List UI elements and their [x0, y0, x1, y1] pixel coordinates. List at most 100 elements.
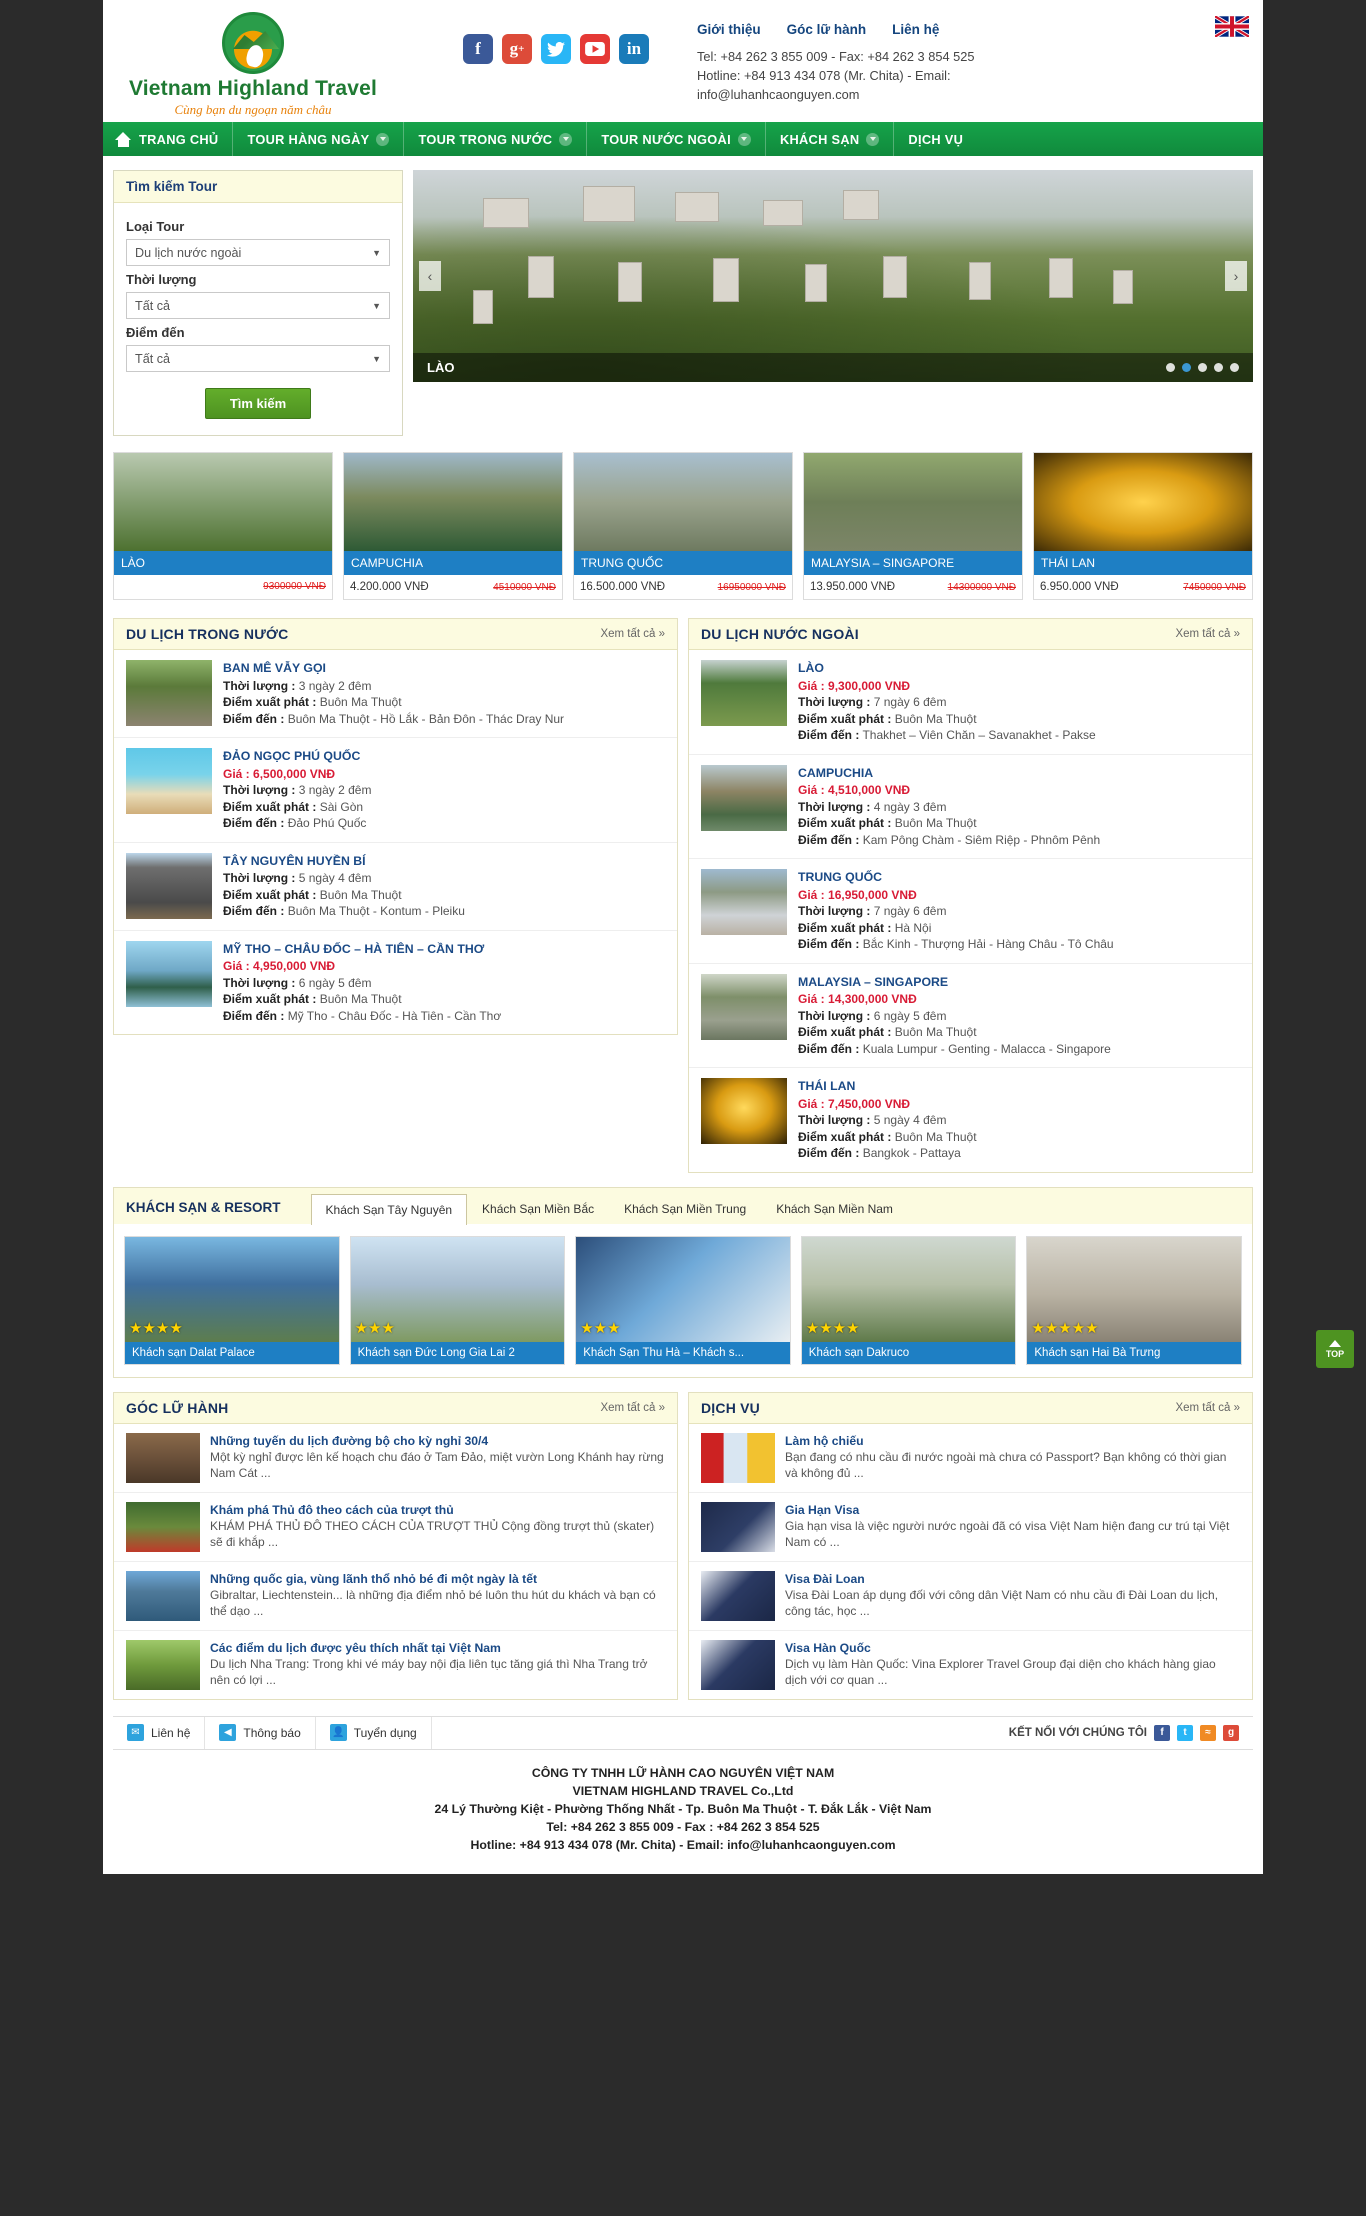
- tour-title[interactable]: MALAYSIA – SINGAPORE: [798, 974, 1240, 991]
- news-item[interactable]: Những quốc gia, vùng lãnh thổ nhỏ bé đi …: [114, 1562, 677, 1631]
- news-item[interactable]: Khám phá Thủ đô theo cách của trượt thủ …: [114, 1493, 677, 1562]
- tour-item[interactable]: CAMPUCHIA Giá : 4,510,000 VNĐ Thời lượng…: [689, 755, 1252, 859]
- service-title[interactable]: Gia Hạn Visa: [785, 1502, 1240, 1518]
- rss-icon[interactable]: ≈: [1200, 1724, 1216, 1741]
- label-duration: Thời lượng :: [223, 871, 296, 885]
- tour-title[interactable]: ĐẢO NGỌC PHÚ QUỐC: [223, 748, 665, 765]
- tour-item[interactable]: LÀO Giá : 9,300,000 VNĐ Thời lượng : 7 n…: [689, 650, 1252, 755]
- news-title[interactable]: Các điểm du lịch được yêu thích nhất tại…: [210, 1640, 665, 1656]
- site-logo[interactable]: Vietnam Highland Travel Cùng bạn du ngoạ…: [103, 8, 403, 118]
- service-item[interactable]: Gia Hạn Visa Gia hạn visa là việc người …: [689, 1493, 1252, 1562]
- news-title[interactable]: Những quốc gia, vùng lãnh thổ nhỏ bé đi …: [210, 1571, 665, 1587]
- google-plus-icon[interactable]: g: [1223, 1724, 1239, 1741]
- hotel-card[interactable]: ★★★ Khách sạn Đức Long Gia Lai 2: [349, 1235, 566, 1365]
- tour-title[interactable]: TRUNG QUỐC: [798, 869, 1240, 886]
- news-item[interactable]: Các điểm du lịch được yêu thích nhất tại…: [114, 1631, 677, 1699]
- select-loai-tour[interactable]: Du lịch nước ngoài ▼: [126, 239, 390, 266]
- megaphone-icon: ◀: [219, 1724, 237, 1741]
- slider-dot[interactable]: [1230, 363, 1239, 372]
- hero-slider[interactable]: ‹ › LÀO: [413, 170, 1253, 382]
- hotel-card[interactable]: ★★★★ Khách sạn Dakruco: [800, 1235, 1017, 1365]
- label-loai-tour: Loại Tour: [126, 219, 185, 234]
- twitter-icon[interactable]: t: [1177, 1724, 1193, 1741]
- service-item[interactable]: Visa Hàn Quốc Dịch vụ làm Hàn Quốc: Vina…: [689, 1631, 1252, 1699]
- slider-prev-button[interactable]: ‹: [419, 261, 441, 291]
- nav-label: TOUR NƯỚC NGOÀI: [601, 131, 731, 147]
- slider-dot-active[interactable]: [1182, 363, 1191, 372]
- service-item[interactable]: Làm hộ chiếu Bạn đang có nhu cầu đi nước…: [689, 1424, 1252, 1493]
- footer-company-en: VIETNAM HIGHLAND TRAVEL Co.,Ltd: [572, 1783, 794, 1798]
- nav-item-tour-hang-ngay[interactable]: TOUR HÀNG NGÀY: [233, 122, 405, 156]
- domestic-see-all[interactable]: Xem tất cả »: [600, 628, 665, 640]
- news-title[interactable]: Khám phá Thủ đô theo cách của trượt thủ: [210, 1502, 665, 1518]
- international-see-all[interactable]: Xem tất cả »: [1175, 628, 1240, 640]
- nav-item-khach-san[interactable]: KHÁCH SẠN: [766, 122, 895, 156]
- search-button[interactable]: Tìm kiếm: [204, 388, 312, 419]
- tour-departure: Buôn Ma Thuột: [319, 695, 402, 709]
- footbar-thong-bao[interactable]: ◀ Thông báo: [205, 1716, 316, 1749]
- tour-item[interactable]: THÁI LAN Giá : 7,450,000 VNĐ Thời lượng …: [689, 1068, 1252, 1172]
- featured-card[interactable]: LÀO 9300000 VNĐ: [113, 452, 333, 600]
- bottom-columns: GÓC LỮ HÀNH Xem tất cả » Những tuyến du …: [103, 1378, 1263, 1700]
- featured-card[interactable]: MALAYSIA – SINGAPORE 13.950.000 VNĐ 1430…: [803, 452, 1023, 600]
- header-email-line: info@luhanhcaonguyen.com: [697, 87, 860, 102]
- facebook-icon[interactable]: f: [463, 34, 493, 64]
- service-title[interactable]: Làm hộ chiếu: [785, 1433, 1240, 1449]
- travel-corner-see-all[interactable]: Xem tất cả »: [600, 1402, 665, 1414]
- tour-item[interactable]: MỸ THO – CHÂU ĐỐC – HÀ TIÊN – CẦN THƠ Gi…: [114, 931, 677, 1035]
- link-goc-lu-hanh[interactable]: Góc lữ hành: [787, 22, 867, 37]
- link-gioi-thieu[interactable]: Giới thiệu: [697, 22, 761, 37]
- tour-item[interactable]: TÂY NGUYÊN HUYỀN BÍ Thời lượng : 5 ngày …: [114, 843, 677, 931]
- hotel-card[interactable]: ★★★ Khách Sạn Thu Hà – Khách s...: [575, 1235, 791, 1365]
- nav-item-tour-nuoc-ngoai[interactable]: TOUR NƯỚC NGOÀI: [587, 122, 766, 156]
- news-item[interactable]: Những tuyến du lịch đường bộ cho kỳ nghỉ…: [114, 1424, 677, 1493]
- nav-item-trang-chu[interactable]: TRANG CHỦ: [103, 122, 234, 156]
- tour-title[interactable]: THÁI LAN: [798, 1078, 1240, 1095]
- tour-title[interactable]: MỸ THO – CHÂU ĐỐC – HÀ TIÊN – CẦN THƠ: [223, 941, 665, 958]
- nav-item-dich-vu[interactable]: DỊCH VỤ: [894, 122, 977, 156]
- tour-item[interactable]: BAN MÊ VẪY GỌI Thời lượng : 3 ngày 2 đêm…: [114, 650, 677, 738]
- featured-name: LÀO: [114, 551, 332, 575]
- search-panel-title: Tìm kiếm Tour: [114, 171, 402, 203]
- service-title[interactable]: Visa Đài Loan: [785, 1571, 1240, 1587]
- select-diem-den[interactable]: Tất cả ▼: [126, 345, 390, 372]
- slider-dot[interactable]: [1198, 363, 1207, 372]
- linkedin-icon[interactable]: in: [619, 34, 649, 64]
- tab-khach-san-mien-nam[interactable]: Khách Sạn Miền Nam: [761, 1193, 908, 1224]
- featured-card[interactable]: TRUNG QUỐC 16.500.000 VNĐ 16950000 VNĐ: [573, 452, 793, 600]
- featured-card[interactable]: THÁI LAN 6.950.000 VNĐ 7450000 VNĐ: [1033, 452, 1253, 600]
- service-item[interactable]: Visa Đài Loan Visa Đài Loan áp dụng đối …: [689, 1562, 1252, 1631]
- tour-title[interactable]: LÀO: [798, 660, 1240, 677]
- tab-khach-san-mien-bac[interactable]: Khách Sạn Miền Bắc: [467, 1193, 609, 1224]
- tab-khach-san-mien-trung[interactable]: Khách Sạn Miền Trung: [609, 1193, 761, 1224]
- slider-dot[interactable]: [1214, 363, 1223, 372]
- featured-thumb: [1034, 453, 1252, 551]
- tour-title[interactable]: TÂY NGUYÊN HUYỀN BÍ: [223, 853, 665, 870]
- tour-item[interactable]: MALAYSIA – SINGAPORE Giá : 14,300,000 VN…: [689, 964, 1252, 1068]
- news-title[interactable]: Những tuyến du lịch đường bộ cho kỳ nghỉ…: [210, 1433, 665, 1449]
- tab-khach-san-tay-nguyen[interactable]: Khách Sạn Tây Nguyên: [310, 1193, 468, 1225]
- nav-item-tour-trong-nuoc[interactable]: TOUR TRONG NƯỚC: [404, 122, 588, 156]
- link-lien-he[interactable]: Liên hệ: [892, 22, 939, 37]
- tours-columns: DU LỊCH TRONG NƯỚC Xem tất cả » BAN MÊ V…: [103, 610, 1263, 1173]
- tour-title[interactable]: CAMPUCHIA: [798, 765, 1240, 782]
- service-title[interactable]: Visa Hàn Quốc: [785, 1640, 1240, 1656]
- hotel-card[interactable]: ★★★★ Khách sạn Dalat Palace: [124, 1235, 340, 1365]
- footbar-lien-he[interactable]: ✉ Liên hệ: [113, 1716, 206, 1749]
- google-plus-icon[interactable]: g +: [502, 34, 532, 64]
- youtube-icon[interactable]: [580, 34, 610, 64]
- slider-dot[interactable]: [1166, 363, 1175, 372]
- uk-flag-icon[interactable]: [1215, 16, 1249, 37]
- tour-title[interactable]: BAN MÊ VẪY GỌI: [223, 660, 665, 677]
- facebook-icon[interactable]: f: [1154, 1724, 1170, 1741]
- select-thoi-luong[interactable]: Tất cả ▼: [126, 292, 390, 319]
- footbar-tuyen-dung[interactable]: 👤 Tuyển dụng: [316, 1716, 432, 1749]
- hotel-card[interactable]: ★★★★★ Khách sạn Hai Bà Trưng: [1026, 1235, 1242, 1365]
- featured-card[interactable]: CAMPUCHIA 4.200.000 VNĐ 4510000 VNĐ: [343, 452, 563, 600]
- slider-next-button[interactable]: ›: [1225, 261, 1247, 291]
- tour-item[interactable]: ĐẢO NGỌC PHÚ QUỐC Giá : 6,500,000 VNĐ Th…: [114, 738, 677, 843]
- tour-item[interactable]: TRUNG QUỐC Giá : 16,950,000 VNĐ Thời lượ…: [689, 859, 1252, 964]
- twitter-icon[interactable]: [541, 34, 571, 64]
- scroll-to-top-button[interactable]: TOP: [1316, 1330, 1354, 1368]
- services-see-all[interactable]: Xem tất cả »: [1175, 1402, 1240, 1414]
